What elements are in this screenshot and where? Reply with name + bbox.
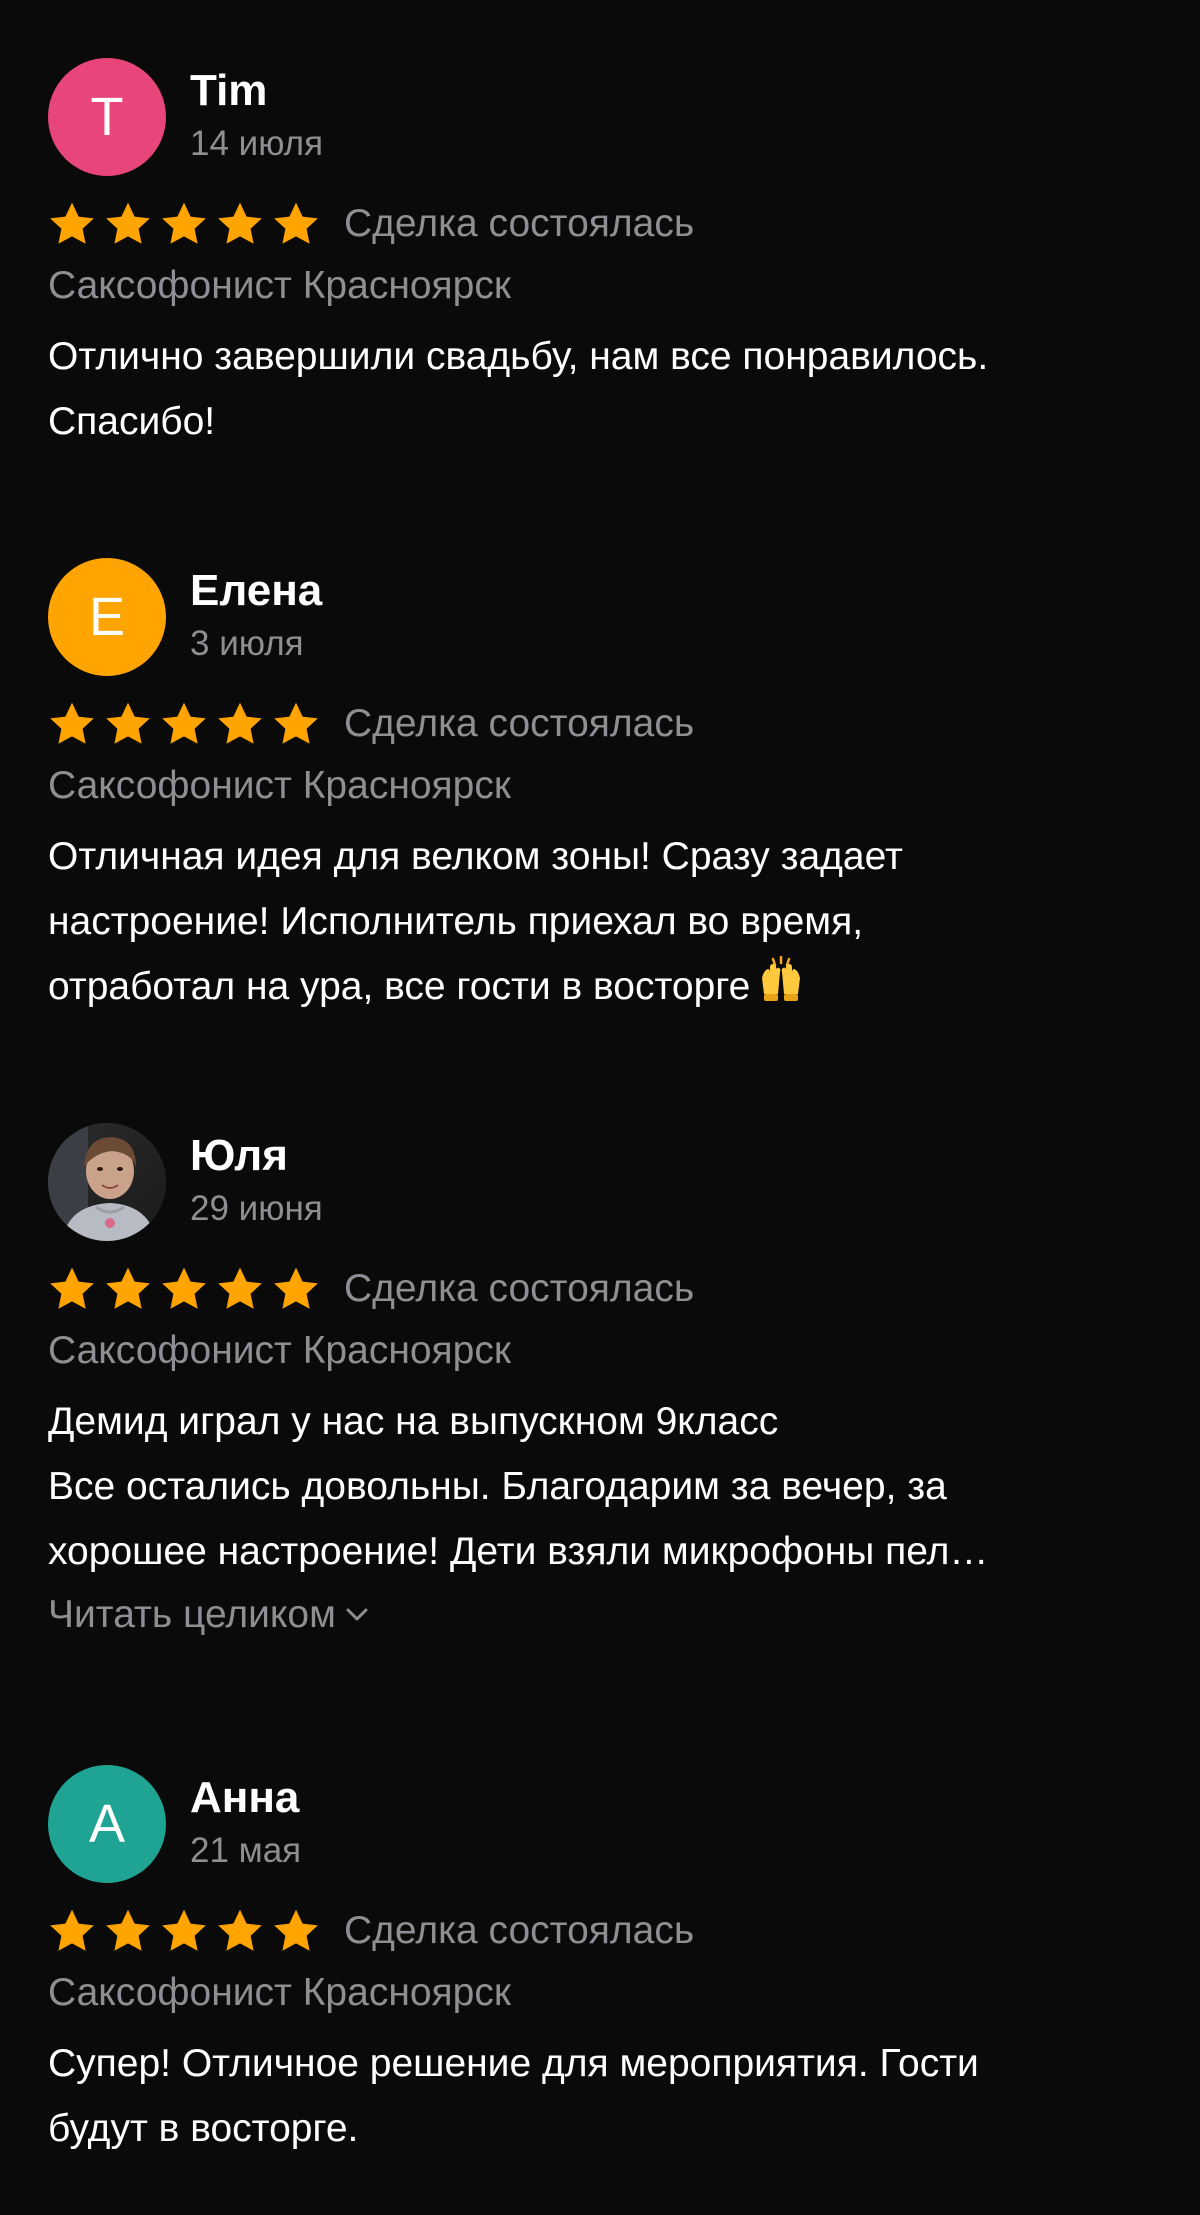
review-card: А Анна 21 мая Сделка состоялась Саксофон… [48, 1765, 1158, 2150]
raising-hands-icon [756, 955, 806, 1022]
star-icon [106, 1267, 150, 1309]
rating-row: Сделка состоялась [48, 1261, 694, 1317]
rating-row: Сделка состоялась [48, 696, 694, 752]
avatar[interactable]: Е [48, 558, 166, 676]
star-icon [162, 202, 206, 244]
service-name: Саксофонист Красноярск [48, 264, 511, 307]
rating-row: Сделка состоялась [48, 1903, 694, 1959]
review-header: А Анна 21 мая [48, 1765, 1158, 1885]
service-name: Саксофонист Красноярск [48, 764, 511, 807]
deal-status: Сделка состоялась [344, 1267, 695, 1310]
star-icon [162, 702, 206, 744]
deal-status: Сделка состоялась [344, 702, 695, 745]
avatar-photo [48, 1123, 166, 1241]
rating-row: Сделка состоялась [48, 196, 694, 252]
star-rating [48, 701, 320, 747]
reviewer-name[interactable]: Елена [190, 566, 322, 616]
star-icon [274, 702, 318, 744]
review-date: 3 июля [190, 624, 304, 663]
reviewer-name[interactable]: Tim [190, 66, 267, 116]
service-name: Саксофонист Красноярск [48, 1329, 511, 1372]
avatar[interactable]: T [48, 58, 166, 176]
review-header: Е Елена 3 июля [48, 558, 1158, 678]
avatar-initial: А [88, 1794, 126, 1854]
star-icon [162, 1267, 206, 1309]
deal-status: Сделка состоялась [344, 1909, 695, 1952]
star-icon [274, 1909, 318, 1951]
deal-status: Сделка состоялась [344, 202, 695, 245]
star-icon [162, 1909, 206, 1951]
review-card: T Tim 14 июля Сделка состоялась Саксофон… [48, 58, 1158, 443]
star-icon [106, 702, 150, 744]
star-rating [48, 1908, 320, 1954]
read-more-label: Читать целиком [48, 1593, 336, 1636]
star-icon [274, 1267, 318, 1309]
avatar-initial: T [90, 87, 124, 147]
avatar[interactable] [48, 1123, 166, 1241]
review-header: T Tim 14 июля [48, 58, 1158, 178]
star-icon [106, 1909, 150, 1951]
star-icon [218, 702, 262, 744]
chevron-down-icon [346, 1608, 368, 1621]
reviewer-name[interactable]: Анна [190, 1773, 299, 1823]
review-date: 21 мая [190, 1831, 302, 1870]
review-text: Супер! Отличное решение для мероприятия.… [48, 2042, 979, 2150]
star-icon [50, 702, 94, 744]
star-rating [48, 1266, 320, 1312]
review-text: Демид играл у нас на выпускном 9класс Вс… [48, 1400, 989, 1573]
review-header: Юля 29 июня [48, 1123, 1158, 1243]
star-icon [50, 1267, 94, 1309]
review-text: Отличная идея для велком зоны! Сразу зад… [48, 824, 1168, 1022]
review-card: Е Елена 3 июля Сделка состоялась Саксофо… [48, 558, 1158, 1008]
review-text: Отлично завершили свадьбу, нам все понра… [48, 335, 989, 443]
avatar[interactable]: А [48, 1765, 166, 1883]
avatar-initial: Е [88, 587, 126, 647]
service-name: Саксофонист Красноярск [48, 1971, 511, 2014]
star-rating [48, 201, 320, 247]
reviewer-name[interactable]: Юля [190, 1131, 288, 1181]
review-card: Юля 29 июня Сделка состоялась Саксофонис… [48, 1123, 1158, 1636]
review-date: 14 июля [190, 124, 324, 163]
star-icon [106, 202, 150, 244]
star-icon [50, 1909, 94, 1951]
star-icon [218, 1267, 262, 1309]
star-icon [218, 202, 262, 244]
star-icon [50, 202, 94, 244]
star-icon [274, 202, 318, 244]
read-more-link[interactable]: Читать целиком [48, 1587, 368, 1643]
review-date: 29 июня [190, 1189, 323, 1228]
star-icon [218, 1909, 262, 1951]
